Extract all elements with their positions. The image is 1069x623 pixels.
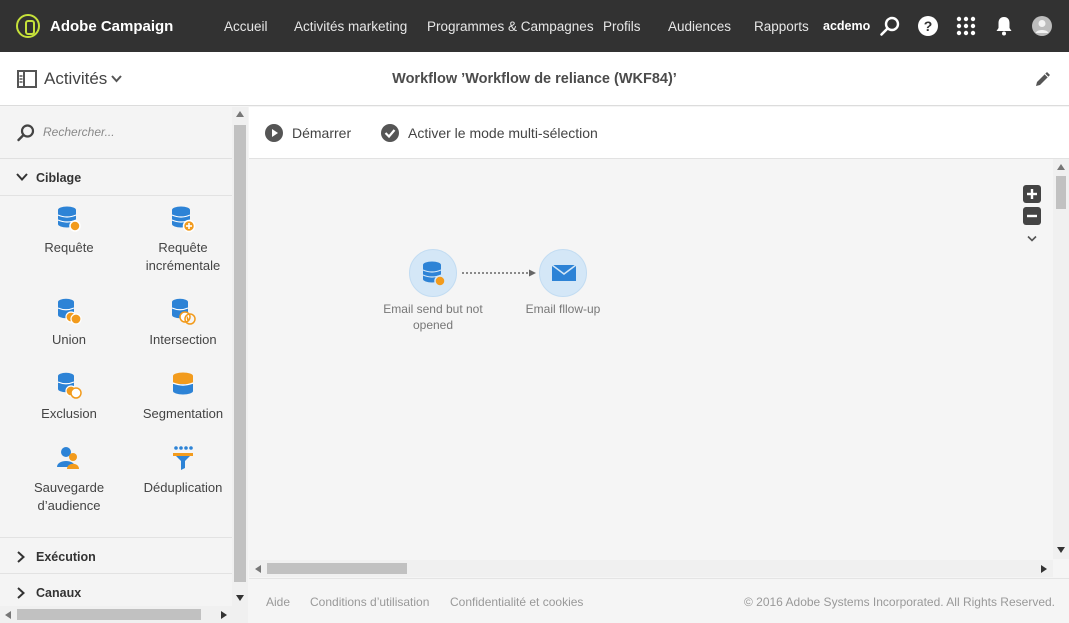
nav-item-programs-campaigns[interactable]: Programmes & Campagnes	[427, 19, 594, 34]
start-label: Démarrer	[292, 125, 352, 141]
activity-query[interactable]: Requête	[12, 205, 126, 257]
scrollbar-thumb[interactable]	[1056, 176, 1066, 209]
activity-segmentation[interactable]: Segmentation	[126, 371, 240, 423]
search-icon[interactable]	[878, 14, 902, 38]
edit-pencil-icon[interactable]	[1033, 69, 1053, 89]
workflow-node-query[interactable]	[409, 249, 457, 297]
activity-label: Segmentation	[142, 406, 224, 421]
chevron-right-icon	[17, 587, 25, 599]
activity-label: Intersection	[149, 332, 217, 347]
search-icon	[17, 124, 35, 142]
nav-item-reports[interactable]: Rapports	[754, 19, 809, 34]
footer-link-help[interactable]: Aide	[266, 595, 290, 609]
scroll-right-arrow-icon[interactable]	[1041, 565, 1047, 573]
database-icon	[57, 206, 81, 232]
activities-palette: Rechercher... Ciblage Requête Requête in…	[0, 107, 248, 623]
chevron-down-icon[interactable]	[1027, 235, 1037, 243]
activity-union[interactable]: Union	[12, 297, 126, 349]
page-title: Workflow ’Workflow de reliance (WKF84)’	[392, 71, 677, 87]
exclusion-icon	[57, 372, 82, 399]
footer-link-terms[interactable]: Conditions d’utilisation	[310, 595, 429, 609]
section-label: Exécution	[36, 550, 96, 564]
activity-label: Déduplication	[143, 480, 223, 495]
footer-link-privacy[interactable]: Confidentialité et cookies	[450, 595, 583, 609]
scroll-right-arrow-icon[interactable]	[221, 611, 227, 619]
user-name[interactable]: acdemo	[823, 19, 870, 33]
scroll-left-arrow-icon[interactable]	[5, 611, 11, 619]
footer: Aide Conditions d’utilisation Confidenti…	[249, 578, 1069, 623]
scroll-down-arrow-icon[interactable]	[236, 595, 244, 601]
scrollbar-thumb[interactable]	[267, 563, 407, 574]
zoom-in-icon[interactable]	[1023, 185, 1041, 203]
user-avatar-icon[interactable]	[1030, 14, 1054, 38]
scroll-up-arrow-icon[interactable]	[236, 111, 244, 117]
scroll-left-arrow-icon[interactable]	[255, 565, 261, 573]
brand[interactable]: Adobe Campaign	[16, 14, 173, 38]
workflow-toolbar: Démarrer Activer le mode multi-sélection	[249, 107, 1069, 159]
workflow-canvas[interactable]: Email send but not opened Email fllow-up	[249, 159, 1069, 577]
panel-horizontal-scrollbar[interactable]	[0, 606, 232, 623]
help-icon[interactable]: ?	[916, 14, 940, 38]
panel-vertical-scrollbar[interactable]	[232, 107, 248, 623]
copyright: © 2016 Adobe Systems Incorporated. All R…	[743, 595, 1055, 609]
section-label: Ciblage	[36, 171, 82, 185]
section-targeting[interactable]: Ciblage	[0, 159, 232, 196]
segmentation-icon	[172, 372, 194, 395]
canvas-horizontal-scrollbar[interactable]	[249, 560, 1053, 577]
envelope-icon	[551, 264, 577, 281]
deduplication-funnel-icon	[173, 446, 193, 470]
play-icon	[265, 124, 283, 142]
transition-arrow[interactable]	[461, 267, 539, 279]
multiselect-button[interactable]: Activer le mode multi-sélection	[381, 124, 598, 142]
union-icon	[57, 298, 82, 325]
svg-text:?: ?	[924, 18, 933, 34]
database-plus-icon	[171, 206, 196, 233]
search-input[interactable]: Rechercher...	[43, 125, 115, 139]
activity-label: Sauvegarde d’audience	[33, 480, 105, 513]
activity-save-audience[interactable]: Sauvegarde d’audience	[12, 445, 126, 515]
apps-grid-icon[interactable]	[954, 14, 978, 38]
start-button[interactable]: Démarrer	[265, 124, 351, 142]
scrollbar-thumb[interactable]	[17, 609, 201, 620]
activity-label: Requête	[44, 240, 94, 255]
scroll-down-arrow-icon[interactable]	[1057, 547, 1065, 553]
workflow-header: Activités Workflow ’Workflow de reliance…	[0, 52, 1069, 106]
chevron-right-icon	[17, 551, 25, 563]
activity-search[interactable]: Rechercher...	[0, 107, 232, 159]
nav-item-accueil[interactable]: Accueil	[224, 19, 268, 34]
canvas-vertical-scrollbar[interactable]	[1053, 159, 1069, 559]
top-navigation-bar: Adobe Campaign Accueil Activités marketi…	[0, 0, 1069, 52]
activity-label: Union	[52, 332, 86, 347]
section-execution[interactable]: Exécution	[0, 537, 232, 574]
nav-item-marketing-activities[interactable]: Activités marketing	[294, 19, 407, 34]
activity-intersection[interactable]: Intersection	[126, 297, 240, 349]
app-name: Adobe Campaign	[50, 17, 174, 35]
node-label: Email fllow-up	[525, 302, 601, 316]
section-label: Canaux	[36, 586, 82, 600]
scroll-up-arrow-icon[interactable]	[1057, 164, 1065, 170]
activity-exclusion[interactable]: Exclusion	[12, 371, 126, 423]
activity-incremental-query[interactable]: Requête incrémentale	[126, 205, 240, 275]
chevron-down-icon	[16, 173, 28, 181]
database-icon	[422, 261, 446, 287]
save-audience-icon	[57, 447, 79, 469]
nav-item-profiles[interactable]: Profils	[603, 19, 641, 34]
activity-deduplication[interactable]: Déduplication	[126, 445, 240, 497]
activity-label: Requête incrémentale	[145, 240, 221, 273]
zoom-out-icon[interactable]	[1023, 207, 1041, 225]
multiselect-label: Activer le mode multi-sélection	[408, 125, 598, 141]
scrollbar-thumb[interactable]	[234, 125, 246, 582]
adobe-campaign-logo-icon	[16, 14, 40, 38]
intersection-icon	[171, 298, 196, 325]
activity-label: Exclusion	[41, 406, 97, 421]
node-label: Email send but not opened	[383, 302, 483, 332]
notifications-bell-icon[interactable]	[992, 14, 1016, 38]
check-circle-icon	[381, 124, 399, 142]
workflow-node-email[interactable]	[539, 249, 587, 297]
nav-item-audiences[interactable]: Audiences	[668, 19, 731, 34]
